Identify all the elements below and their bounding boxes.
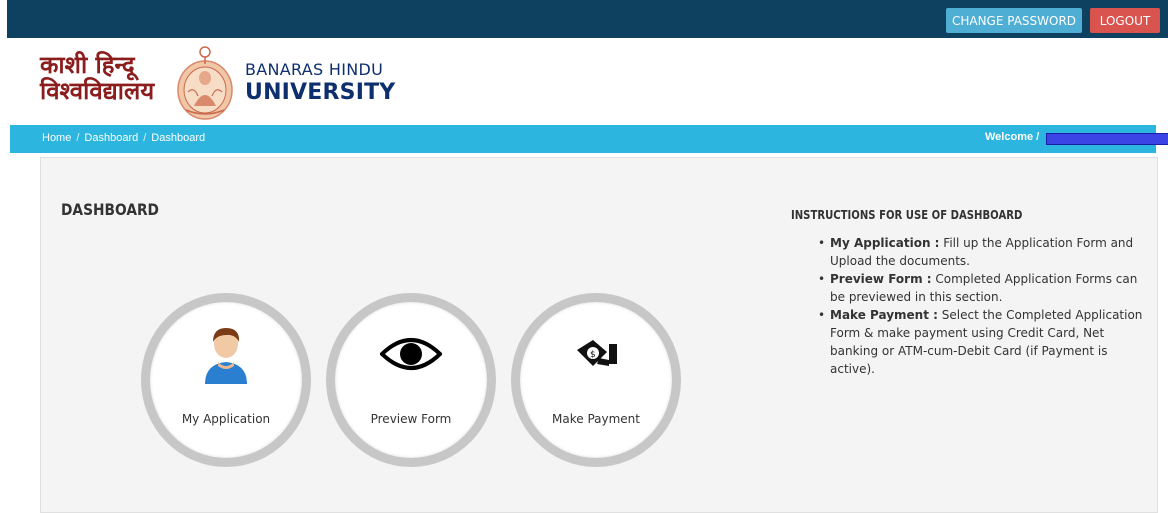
- hindi-line-1: काशी हिन्दू: [40, 50, 135, 79]
- instruction-term: Make Payment :: [830, 308, 938, 322]
- breadcrumb-separator: /: [76, 132, 80, 144]
- page-title: DASHBOARD: [61, 200, 159, 219]
- change-password-button[interactable]: CHANGE PASSWORD: [946, 8, 1082, 33]
- instructions-title: INSTRUCTIONS FOR USE OF DASHBOARD: [791, 208, 1023, 222]
- site-header: काशी हिन्दू विश्वविद्यालय BANARAS HINDU …: [0, 38, 1168, 124]
- instruction-item: Make Payment : Select the Completed Appl…: [818, 306, 1153, 378]
- make-payment-tile[interactable]: $ Make Payment: [511, 293, 681, 467]
- instruction-item: My Application : Fill up the Application…: [818, 234, 1153, 270]
- university-name-line-1: BANARAS HINDU: [245, 60, 384, 79]
- breadcrumb-current: Dashboard: [151, 132, 206, 144]
- redacted-username: [1046, 133, 1168, 145]
- instruction-item: Preview Form : Completed Application For…: [818, 270, 1153, 306]
- breadcrumb-home[interactable]: Home: [42, 132, 71, 144]
- university-name-line-2: UNIVERSITY: [245, 80, 396, 105]
- instructions-list: My Application : Fill up the Application…: [818, 234, 1153, 378]
- hindi-logo-text: काशी हिन्दू विश्वविद्यालय: [40, 52, 154, 104]
- logout-button[interactable]: LOGOUT: [1090, 8, 1160, 33]
- top-bar: CHANGE PASSWORD LOGOUT: [7, 0, 1168, 38]
- breadcrumb-bar: Home / Dashboard / Dashboard Welcome / /: [30, 125, 1168, 153]
- breadcrumb-separator: /: [143, 132, 147, 144]
- my-application-label: My Application: [181, 412, 271, 426]
- my-application-tile[interactable]: My Application: [141, 293, 311, 467]
- payment-icon: $: [577, 340, 617, 366]
- welcome-label: Welcome /: [985, 131, 1040, 143]
- preview-form-label: Preview Form: [370, 412, 452, 426]
- user-icon: [205, 328, 247, 384]
- instruction-term: My Application :: [830, 236, 940, 250]
- dashboard-panel: DASHBOARD My Application Preview Form $ …: [40, 157, 1158, 513]
- breadcrumb: Home / Dashboard / Dashboard: [42, 132, 209, 144]
- instruction-term: Preview Form :: [830, 272, 932, 286]
- university-emblem-icon: [177, 46, 233, 120]
- eye-icon: [380, 338, 442, 370]
- make-payment-label: Make Payment: [552, 412, 640, 426]
- svg-text:$: $: [590, 350, 596, 360]
- hindi-line-2: विश्वविद्यालय: [40, 76, 155, 105]
- breadcrumb-dashboard-link[interactable]: Dashboard: [84, 132, 138, 144]
- preview-form-tile[interactable]: Preview Form: [326, 293, 496, 467]
